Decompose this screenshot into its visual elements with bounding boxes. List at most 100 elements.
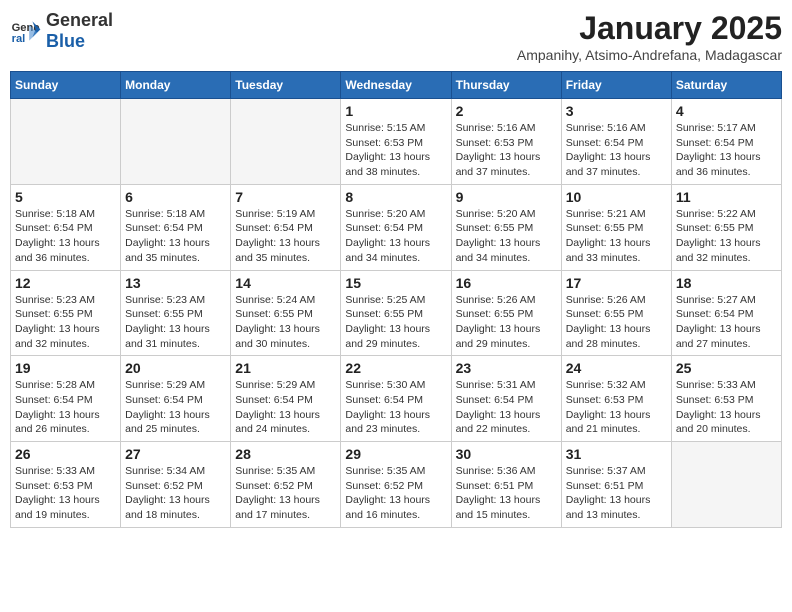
calendar-cell (11, 99, 121, 185)
calendar-cell (671, 442, 781, 528)
day-info: Sunrise: 5:15 AMSunset: 6:53 PMDaylight:… (345, 121, 446, 180)
calendar-cell: 27 Sunrise: 5:34 AMSunset: 6:52 PMDayligh… (121, 442, 231, 528)
calendar-cell: 10Sunrise: 5:21 AMSunset: 6:55 PMDayligh… (561, 184, 671, 270)
logo-icon: Gene ral (10, 15, 42, 47)
calendar-cell: 15 Sunrise: 5:25 AMSunset: 6:55 PMDayligh… (341, 270, 451, 356)
calendar-cell: 7Sunrise: 5:19 AMSunset: 6:54 PMDaylight… (231, 184, 341, 270)
calendar-cell: 31Sunrise: 5:37 AMSunset: 6:51 PMDayligh… (561, 442, 671, 528)
day-info: Sunrise: 5:16 AMSunset: 6:54 PMDaylight:… (566, 121, 667, 180)
day-info: Sunrise: 5:20 AMSunset: 6:54 PMDaylight:… (345, 207, 446, 266)
day-info: Sunrise: 5:16 AMSunset: 6:53 PMDaylight:… (456, 121, 557, 180)
day-info: Sunrise: 5:23 AMSunset: 6:55 PMDaylight:… (125, 293, 226, 352)
calendar-cell: 18 Sunrise: 5:27 AMSunset: 6:54 PMDayligh… (671, 270, 781, 356)
calendar-cell: 13 Sunrise: 5:23 AMSunset: 6:55 PMDayligh… (121, 270, 231, 356)
calendar-cell: 23 Sunrise: 5:31 AMSunset: 6:54 PMDayligh… (451, 356, 561, 442)
calendar-week-4: 19 Sunrise: 5:28 AMSunset: 6:54 PMDayligh… (11, 356, 782, 442)
calendar-cell: 6 Sunrise: 5:18 AMSunset: 6:54 PMDaylight… (121, 184, 231, 270)
day-header-monday: Monday (121, 72, 231, 99)
day-number: 5 (15, 189, 116, 205)
calendar-cell: 19 Sunrise: 5:28 AMSunset: 6:54 PMDayligh… (11, 356, 121, 442)
calendar-cell: 21Sunrise: 5:29 AMSunset: 6:54 PMDayligh… (231, 356, 341, 442)
day-info: Sunrise: 5:27 AMSunset: 6:54 PMDaylight:… (676, 293, 777, 352)
day-header-tuesday: Tuesday (231, 72, 341, 99)
day-number: 25 (676, 360, 777, 376)
calendar-cell: 2 Sunrise: 5:16 AMSunset: 6:53 PMDaylight… (451, 99, 561, 185)
day-info: Sunrise: 5:26 AMSunset: 6:55 PMDaylight:… (456, 293, 557, 352)
calendar-week-5: 26Sunrise: 5:33 AMSunset: 6:53 PMDayligh… (11, 442, 782, 528)
day-number: 7 (235, 189, 336, 205)
logo-general: General (46, 10, 113, 30)
day-info: Sunrise: 5:18 AMSunset: 6:54 PMDaylight:… (15, 207, 116, 266)
calendar-cell: 12Sunrise: 5:23 AMSunset: 6:55 PMDayligh… (11, 270, 121, 356)
day-number: 22 (345, 360, 446, 376)
day-number: 28 (235, 446, 336, 462)
day-info: Sunrise: 5:28 AMSunset: 6:54 PMDaylight:… (15, 378, 116, 437)
day-info: Sunrise: 5:20 AMSunset: 6:55 PMDaylight:… (456, 207, 557, 266)
logo: Gene ral General Blue (10, 10, 113, 52)
calendar-cell: 1 Sunrise: 5:15 AMSunset: 6:53 PMDaylight… (341, 99, 451, 185)
day-number: 3 (566, 103, 667, 119)
day-header-wednesday: Wednesday (341, 72, 451, 99)
calendar-cell: 9 Sunrise: 5:20 AMSunset: 6:55 PMDaylight… (451, 184, 561, 270)
day-number: 27 (125, 446, 226, 462)
day-number: 30 (456, 446, 557, 462)
calendar-week-3: 12Sunrise: 5:23 AMSunset: 6:55 PMDayligh… (11, 270, 782, 356)
day-number: 13 (125, 275, 226, 291)
month-year: January 2025 (517, 10, 782, 47)
day-info: Sunrise: 5:29 AMSunset: 6:54 PMDaylight:… (125, 378, 226, 437)
calendar-cell (121, 99, 231, 185)
day-info: Sunrise: 5:24 AMSunset: 6:55 PMDaylight:… (235, 293, 336, 352)
day-number: 4 (676, 103, 777, 119)
day-number: 8 (345, 189, 446, 205)
day-info: Sunrise: 5:23 AMSunset: 6:55 PMDaylight:… (15, 293, 116, 352)
day-number: 14 (235, 275, 336, 291)
day-number: 31 (566, 446, 667, 462)
day-number: 1 (345, 103, 446, 119)
calendar-cell: 4 Sunrise: 5:17 AMSunset: 6:54 PMDaylight… (671, 99, 781, 185)
calendar-cell: 24Sunrise: 5:32 AMSunset: 6:53 PMDayligh… (561, 356, 671, 442)
day-number: 20 (125, 360, 226, 376)
day-number: 11 (676, 189, 777, 205)
calendar-cell: 3 Sunrise: 5:16 AMSunset: 6:54 PMDaylight… (561, 99, 671, 185)
day-info: Sunrise: 5:35 AMSunset: 6:52 PMDaylight:… (235, 464, 336, 523)
calendar-cell: 5 Sunrise: 5:18 AMSunset: 6:54 PMDaylight… (11, 184, 121, 270)
calendar-cell: 16Sunrise: 5:26 AMSunset: 6:55 PMDayligh… (451, 270, 561, 356)
calendar-cell: 29Sunrise: 5:35 AMSunset: 6:52 PMDayligh… (341, 442, 451, 528)
day-info: Sunrise: 5:33 AMSunset: 6:53 PMDaylight:… (676, 378, 777, 437)
calendar-cell: 30 Sunrise: 5:36 AMSunset: 6:51 PMDayligh… (451, 442, 561, 528)
calendar-cell: 11Sunrise: 5:22 AMSunset: 6:55 PMDayligh… (671, 184, 781, 270)
day-number: 10 (566, 189, 667, 205)
day-info: Sunrise: 5:30 AMSunset: 6:54 PMDaylight:… (345, 378, 446, 437)
svg-text:ral: ral (12, 33, 26, 45)
day-header-friday: Friday (561, 72, 671, 99)
day-header-thursday: Thursday (451, 72, 561, 99)
day-number: 19 (15, 360, 116, 376)
calendar-cell: 25 Sunrise: 5:33 AMSunset: 6:53 PMDayligh… (671, 356, 781, 442)
day-info: Sunrise: 5:25 AMSunset: 6:55 PMDaylight:… (345, 293, 446, 352)
day-info: Sunrise: 5:33 AMSunset: 6:53 PMDaylight:… (15, 464, 116, 523)
calendar-cell: 22 Sunrise: 5:30 AMSunset: 6:54 PMDayligh… (341, 356, 451, 442)
calendar-cell: 14 Sunrise: 5:24 AMSunset: 6:55 PMDayligh… (231, 270, 341, 356)
day-info: Sunrise: 5:31 AMSunset: 6:54 PMDaylight:… (456, 378, 557, 437)
day-info: Sunrise: 5:17 AMSunset: 6:54 PMDaylight:… (676, 121, 777, 180)
day-number: 18 (676, 275, 777, 291)
day-number: 17 (566, 275, 667, 291)
day-number: 15 (345, 275, 446, 291)
title-area: January 2025 Ampanihy, Atsimo-Andrefana,… (517, 10, 782, 63)
day-number: 6 (125, 189, 226, 205)
calendar-cell: 17 Sunrise: 5:26 AMSunset: 6:55 PMDayligh… (561, 270, 671, 356)
calendar: SundayMondayTuesdayWednesdayThursdayFrid… (10, 71, 782, 528)
day-info: Sunrise: 5:36 AMSunset: 6:51 PMDaylight:… (456, 464, 557, 523)
location: Ampanihy, Atsimo-Andrefana, Madagascar (517, 47, 782, 63)
day-info: Sunrise: 5:18 AMSunset: 6:54 PMDaylight:… (125, 207, 226, 266)
day-number: 23 (456, 360, 557, 376)
day-number: 9 (456, 189, 557, 205)
day-info: Sunrise: 5:34 AMSunset: 6:52 PMDaylight:… (125, 464, 226, 523)
calendar-week-2: 5 Sunrise: 5:18 AMSunset: 6:54 PMDaylight… (11, 184, 782, 270)
day-header-saturday: Saturday (671, 72, 781, 99)
day-number: 2 (456, 103, 557, 119)
day-info: Sunrise: 5:32 AMSunset: 6:53 PMDaylight:… (566, 378, 667, 437)
day-info: Sunrise: 5:26 AMSunset: 6:55 PMDaylight:… (566, 293, 667, 352)
day-headers: SundayMondayTuesdayWednesdayThursdayFrid… (11, 72, 782, 99)
calendar-week-1: 1 Sunrise: 5:15 AMSunset: 6:53 PMDaylight… (11, 99, 782, 185)
